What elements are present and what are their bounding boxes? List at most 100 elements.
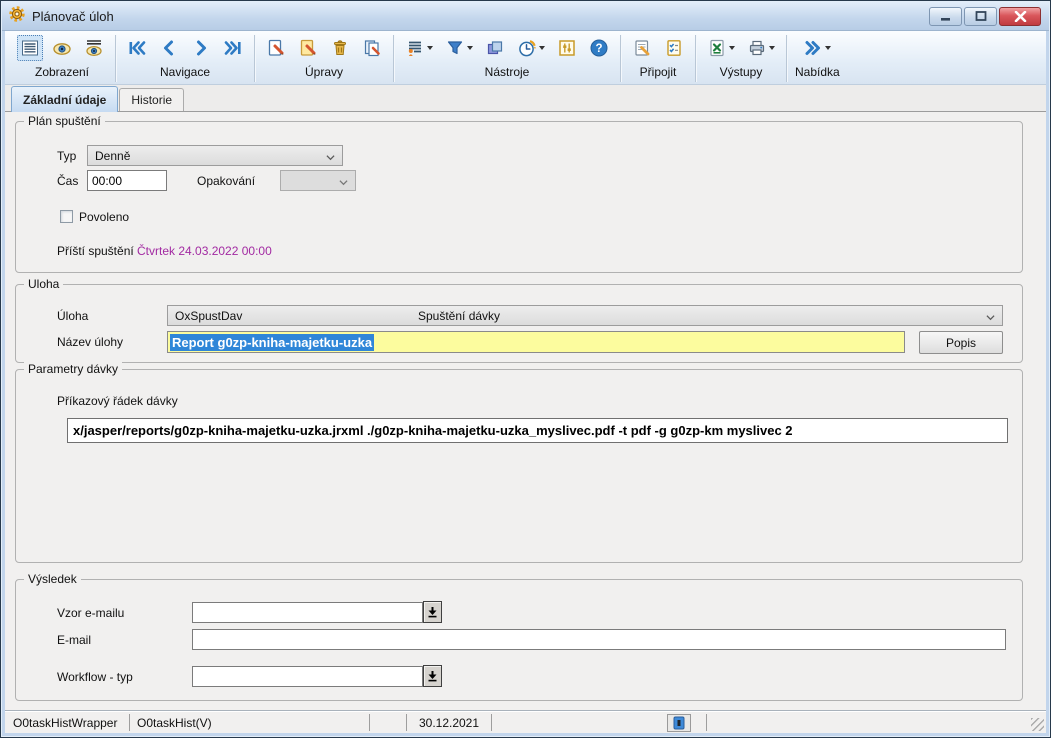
typ-combobox[interactable]: Denně <box>87 145 343 166</box>
doc-copy-button[interactable] <box>359 35 385 61</box>
dropdown-arrow-icon[interactable] <box>769 46 775 50</box>
groupbox-plan-spusteni: Plán spuštění Typ Denně Čas Opakování Po… <box>15 121 1023 273</box>
record-cell-icon <box>673 716 685 730</box>
list-view-icon <box>20 38 40 58</box>
toolbar-group-1: Navigace <box>116 33 254 84</box>
toolbar-group-label: Nabídka <box>795 63 840 81</box>
tab-strip: Základní údaje Historie <box>5 85 1046 112</box>
tab-label: Základní údaje <box>23 93 106 107</box>
help-button[interactable]: ? <box>586 35 612 61</box>
groupbox-parametry-davky: Parametry dávky Příkazový řádek dávky x/… <box>15 369 1023 563</box>
status-separator <box>706 714 707 731</box>
groupbox-legend: Plán spuštění <box>24 114 105 128</box>
dropdown-arrow-icon[interactable] <box>825 46 831 50</box>
resize-grip[interactable] <box>1031 718 1044 731</box>
prikazovy-radek-input[interactable]: x/jasper/reports/g0zp-kniha-majetku-uzka… <box>67 418 1008 443</box>
opakovani-combobox[interactable] <box>280 170 356 191</box>
popis-button-label: Popis <box>946 336 976 350</box>
selected-text: Report g0zp-kniha-majetku-uzka <box>170 334 374 351</box>
prikazovy-radek-label: Příkazový řádek dávky <box>57 394 178 408</box>
toolbar-group-3: ?Nástroje <box>394 33 620 84</box>
tab-zakladni-udaje[interactable]: Základní údaje <box>11 86 118 112</box>
popis-button[interactable]: Popis <box>919 331 1003 354</box>
eye-button[interactable] <box>49 35 75 61</box>
clock-button[interactable] <box>514 35 548 61</box>
checklist-button[interactable] <box>661 35 687 61</box>
task-list-button[interactable] <box>402 35 436 61</box>
nazev-ulohy-input[interactable]: Report g0zp-kniha-majetku-uzka <box>167 331 905 353</box>
printer-button[interactable] <box>744 35 778 61</box>
clock-icon <box>517 38 537 58</box>
workflow-typ-input[interactable] <box>192 666 423 687</box>
toolbar-group-label: Zobrazení <box>35 63 89 81</box>
window-title: Plánovač úloh <box>32 9 929 24</box>
email-input[interactable] <box>192 629 1006 650</box>
typ-label: Typ <box>57 149 76 163</box>
cas-input[interactable] <box>87 170 167 191</box>
toolbar-group-2: Úpravy <box>255 33 393 84</box>
nav-first-button[interactable] <box>124 35 150 61</box>
groupbox-uloha: Uloha Úloha OxSpustDav Spuštění dávky Ná… <box>15 284 1023 363</box>
chevron-down-icon <box>986 313 995 322</box>
app-gear-icon <box>8 5 26 28</box>
dropdown-arrow-icon[interactable] <box>729 46 735 50</box>
layers-button[interactable] <box>482 35 508 61</box>
menu-chevrons-button[interactable] <box>800 35 834 61</box>
doc-copy-icon <box>362 38 382 58</box>
workflow-typ-label: Workflow - typ <box>57 670 133 684</box>
sliders-button[interactable] <box>554 35 580 61</box>
minimize-button[interactable] <box>929 7 962 26</box>
uloha-combobox[interactable]: OxSpustDav Spuštění dávky <box>167 305 1003 326</box>
groupbox-vysledek: Výsledek Vzor e-mailu E-mail Workflow - … <box>15 579 1023 701</box>
menu-chevrons-icon <box>803 38 823 58</box>
sliders-icon <box>557 38 577 58</box>
close-button[interactable] <box>999 7 1041 26</box>
status-table-name: O0taskHist(V) <box>137 716 212 730</box>
vzor-emailu-label: Vzor e-mailu <box>57 606 124 620</box>
nav-last-icon <box>223 38 243 58</box>
nav-next-icon <box>191 38 211 58</box>
printer-icon <box>747 38 767 58</box>
uloha-code: OxSpustDav <box>175 309 242 323</box>
dropdown-arrow-icon[interactable] <box>539 46 545 50</box>
maximize-button[interactable] <box>964 7 997 26</box>
tab-historie[interactable]: Historie <box>119 88 184 111</box>
toolbar-group-label: Výstupy <box>720 63 763 81</box>
doc-edit-button[interactable] <box>295 35 321 61</box>
doc-new-button[interactable] <box>263 35 289 61</box>
task-list-icon <box>405 38 425 58</box>
vzor-emailu-input[interactable] <box>192 602 423 623</box>
nav-first-icon <box>127 38 147 58</box>
status-separator <box>369 714 370 731</box>
status-record-indicator[interactable] <box>667 714 691 732</box>
nav-prev-button[interactable] <box>156 35 182 61</box>
uloha-desc: Spuštění dávky <box>418 309 500 323</box>
app-window: Plánovač úloh Zobrazení Navigace Úpravy ?Ná… <box>0 0 1051 738</box>
povoleno-checkbox[interactable] <box>60 210 73 223</box>
doc-new-icon <box>266 38 286 58</box>
typ-value: Denně <box>95 149 130 163</box>
excel-button[interactable] <box>704 35 738 61</box>
toolbar-group-4: Připojit <box>621 33 695 84</box>
nav-prev-icon <box>159 38 179 58</box>
vzor-emailu-dropdown-button[interactable] <box>423 601 442 623</box>
filter-button[interactable] <box>442 35 476 61</box>
status-separator <box>491 714 492 731</box>
eye-rows-button[interactable] <box>81 35 107 61</box>
help-icon: ? <box>589 38 609 58</box>
note-edit-button[interactable] <box>629 35 655 61</box>
title-bar: Plánovač úloh <box>2 2 1049 31</box>
chevron-down-icon <box>339 178 348 187</box>
dropdown-arrow-icon[interactable] <box>427 46 433 50</box>
nav-next-button[interactable] <box>188 35 214 61</box>
note-edit-icon <box>632 38 652 58</box>
eye-rows-icon <box>84 38 104 58</box>
nav-last-button[interactable] <box>220 35 246 61</box>
trash-button[interactable] <box>327 35 353 61</box>
toolbar-group-label: Úpravy <box>305 63 343 81</box>
pristi-spusteni-label: Příští spuštění <box>57 244 134 258</box>
toolbar-group-0: Zobrazení <box>9 33 115 84</box>
workflow-typ-dropdown-button[interactable] <box>423 665 442 687</box>
list-view-button[interactable] <box>17 35 43 61</box>
dropdown-arrow-icon[interactable] <box>467 46 473 50</box>
